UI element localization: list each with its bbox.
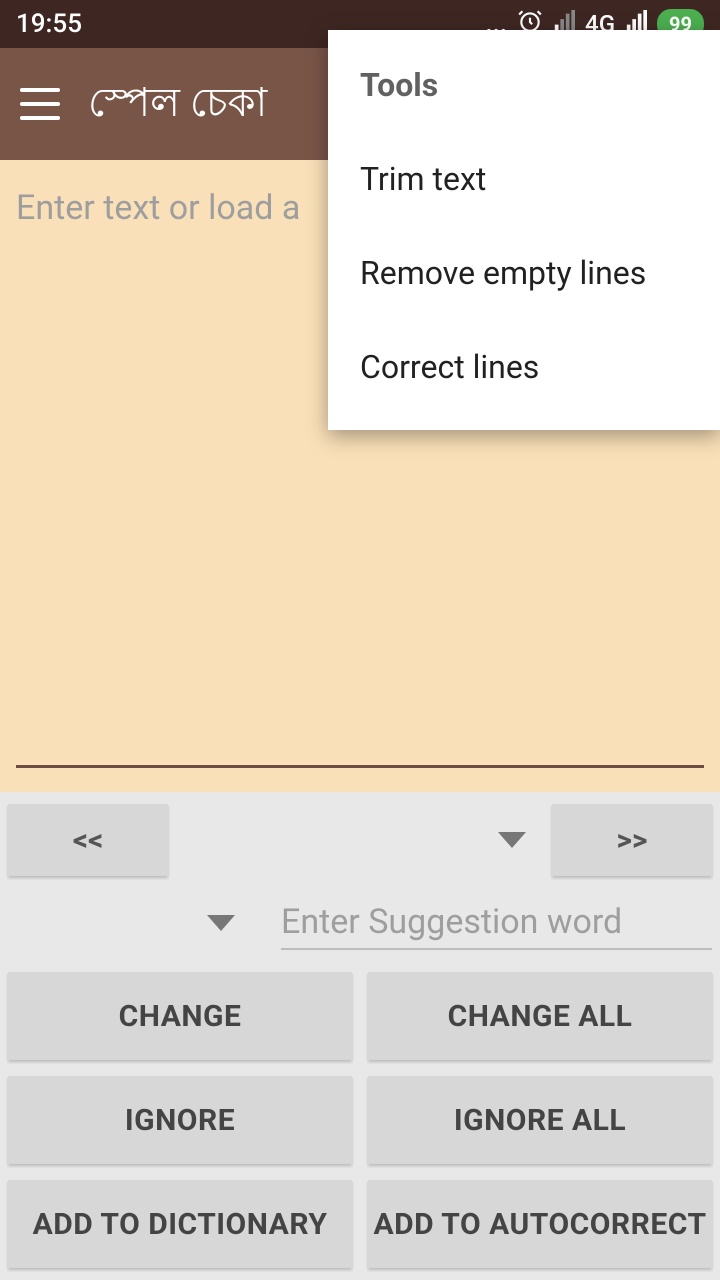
nav-row: << >> [8,804,712,876]
change-all-button[interactable]: CHANGE ALL [368,972,712,1060]
ignore-button[interactable]: IGNORE [8,1076,352,1164]
menu-item-correct-lines[interactable]: Correct lines [328,320,720,414]
tools-menu: Tools Trim text Remove empty lines Corre… [328,30,720,430]
add-to-autocorrect-button[interactable]: ADD TO AUTOCORRECT [368,1180,712,1268]
add-to-dictionary-button[interactable]: ADD TO DICTIONARY [8,1180,352,1268]
change-button[interactable]: CHANGE [8,972,352,1060]
ignore-all-button[interactable]: IGNORE ALL [368,1076,712,1164]
hamburger-icon[interactable] [20,88,60,120]
menu-item-remove-empty-lines[interactable]: Remove empty lines [328,226,720,320]
dropdown-caret-icon[interactable] [498,832,526,848]
menu-item-trim-text[interactable]: Trim text [328,132,720,226]
prev-button[interactable]: << [8,804,168,876]
app-title: স্পেল চেকা [88,71,267,138]
controls-panel: << >> CHANGE CHANGE ALL IGNORE IGNORE AL… [0,792,720,1276]
action-buttons: CHANGE CHANGE ALL IGNORE IGNORE ALL ADD … [8,972,712,1268]
suggestion-dropdown-icon[interactable] [207,915,235,931]
tools-menu-header: Tools [328,54,720,132]
status-time: 19:55 [16,9,82,39]
suggestion-input[interactable] [281,896,712,950]
suggestion-row [8,896,712,950]
next-button[interactable]: >> [552,804,712,876]
